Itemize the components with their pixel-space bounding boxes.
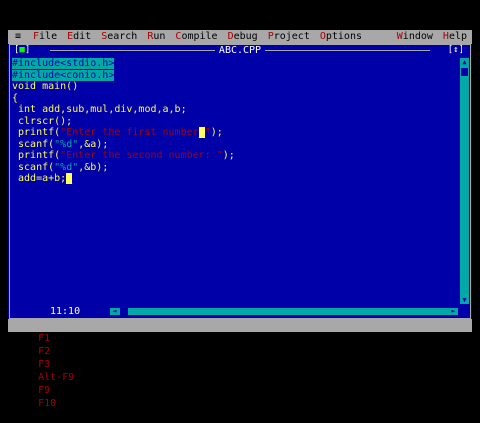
menu-options[interactable]: Options: [315, 30, 367, 44]
key-f2[interactable]: F2 Save: [32, 346, 80, 357]
vertical-scroll-thumb[interactable]: [461, 68, 468, 76]
menu-run[interactable]: Run: [142, 30, 170, 44]
key-f1[interactable]: F1 Help: [32, 333, 80, 344]
horizontal-scrollbar[interactable]: ◄ ►: [110, 307, 458, 315]
system-menu-icon[interactable]: ≡: [8, 30, 28, 44]
scroll-up-icon[interactable]: ▲: [460, 58, 469, 66]
zoom-icon[interactable]: [↕]: [448, 45, 464, 56]
menu-debug[interactable]: Debug: [223, 30, 263, 44]
code-line: int add,sub,mul,div,mod,a,b;: [12, 104, 187, 115]
text-cursor: _: [66, 173, 73, 184]
menu-search[interactable]: Search: [96, 30, 142, 44]
key-alt-f9[interactable]: Alt-F9 Compile: [32, 372, 122, 383]
menu-file[interactable]: File: [28, 30, 62, 44]
window-title: ABC.CPP: [10, 45, 470, 56]
menu-help[interactable]: Help: [438, 30, 472, 44]
code-line: add=a+b;_: [12, 173, 73, 184]
menu-bar: ≡ File Edit Search Run Compile Debug Pro…: [8, 30, 472, 44]
menu-edit[interactable]: Edit: [62, 30, 96, 44]
vertical-scrollbar[interactable]: ▲ ▼: [460, 58, 469, 304]
function-key-bar: F1 Help F2 Save F3 Open Alt-F9 Compile F…: [8, 319, 472, 409]
code-line: #include<conio.h>: [12, 69, 115, 81]
code-line: #include<stdio.h>: [12, 58, 115, 69]
code-line: printf("Enter the second number: ");: [12, 150, 235, 161]
code-line: {: [12, 92, 19, 104]
menu-project[interactable]: Project: [263, 30, 315, 44]
scroll-left-icon[interactable]: ◄: [110, 307, 119, 315]
scroll-right-icon[interactable]: ►: [449, 307, 458, 315]
code-line: void main(): [12, 81, 79, 92]
window-status-bar: 11:10 ◄ ►: [10, 305, 470, 318]
code-line: scanf("%d",&a);: [12, 138, 109, 150]
menu-compile[interactable]: Compile: [170, 30, 222, 44]
menu-window[interactable]: Window: [392, 30, 438, 44]
key-f3[interactable]: F3 Open: [32, 359, 80, 370]
horizontal-scroll-thumb[interactable]: [120, 308, 128, 315]
code-line: clrscr();: [12, 115, 73, 127]
cursor-position: 11:10: [50, 306, 81, 317]
ide-screen: ≡ File Edit Search Run Compile Debug Pro…: [8, 30, 472, 409]
code-line: scanf("%d",&b);: [12, 161, 109, 173]
code-line: printf("Enter the first number_");: [12, 127, 223, 138]
editor-window: [■] ABC.CPP [↕] #include<stdio.h> #inclu…: [9, 44, 471, 319]
window-title-bar[interactable]: [■] ABC.CPP [↕]: [10, 45, 470, 56]
scroll-down-icon[interactable]: ▼: [460, 296, 469, 304]
key-f10[interactable]: F10 Menu: [32, 398, 86, 409]
key-f9[interactable]: F9 Make: [32, 385, 80, 396]
code-editor[interactable]: #include<stdio.h> #include<conio.h> void…: [12, 58, 458, 304]
